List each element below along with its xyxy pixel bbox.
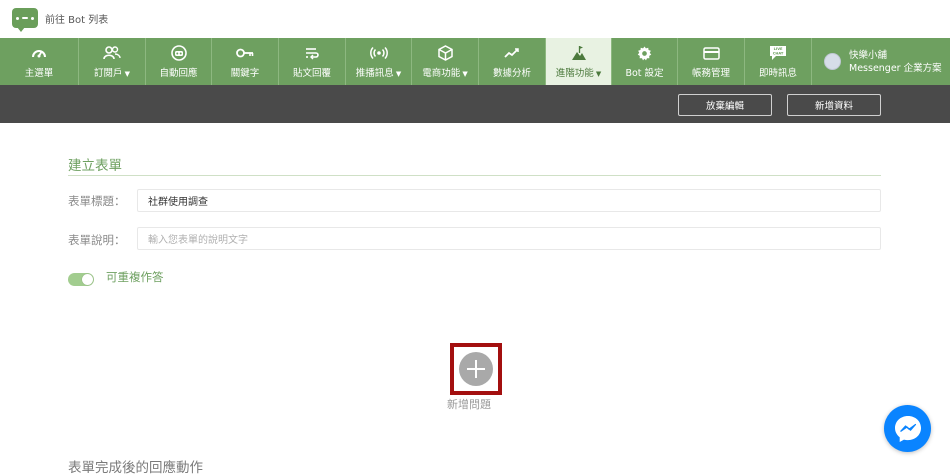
nav-item-analytics[interactable]: 數據分析 [479, 38, 546, 85]
credit-card-icon [702, 44, 720, 62]
back-link-label: 前往 Bot 列表 [45, 14, 109, 26]
nav-label: 貼文回覆 [292, 68, 331, 79]
repeat-answer-toggle[interactable] [68, 273, 94, 286]
nav-item-advanced[interactable]: 進階功能 ▼ [546, 38, 612, 85]
package-icon [437, 44, 453, 62]
nav-label: 帳務管理 [691, 68, 730, 79]
nav-label: 推播訊息 [355, 68, 394, 79]
nav-item-post-reply[interactable]: 貼文回覆 [279, 38, 346, 85]
avatar [824, 53, 841, 70]
form-editor: 建立表單 表單標題： 社群使用調查 表單說明： 輸入您表單的說明文字 可重複作答… [0, 123, 950, 476]
form-title-input[interactable]: 社群使用調查 [137, 189, 881, 212]
top-bar: 前往 Bot 列表 [0, 0, 950, 38]
messenger-chat-button[interactable] [884, 405, 931, 452]
account-menu[interactable]: 快樂小舖 Messenger 企業方案 [812, 38, 950, 85]
after-submit-title: 表單完成後的回應動作 [68, 460, 203, 476]
section-title: 建立表單 [68, 158, 122, 174]
form-title-label: 表單標題： [68, 194, 126, 208]
nav-item-broadcast[interactable]: 推播訊息 ▼ [346, 38, 412, 85]
nav-label: Bot 設定 [625, 68, 664, 79]
discard-edit-button[interactable]: 放棄編輯 [678, 94, 772, 116]
nav-item-bot-settings[interactable]: Bot 設定 [612, 38, 678, 85]
live-chat-icon: LIVE CHAT [769, 44, 787, 62]
add-question-button[interactable] [450, 343, 502, 395]
chevron-down-icon: ▼ [462, 70, 468, 78]
broadcast-icon [369, 44, 388, 62]
svg-text:CHAT: CHAT [773, 51, 784, 55]
users-icon [103, 44, 121, 62]
nav-label: 數據分析 [492, 68, 531, 79]
messenger-icon [894, 415, 921, 442]
nav-item-main-menu[interactable]: 主選單 [0, 38, 79, 85]
trend-icon [504, 44, 520, 62]
nav-item-live-chat[interactable]: LIVE CHAT 即時訊息 [745, 38, 812, 85]
mountain-flag-icon [571, 44, 587, 62]
chevron-down-icon: ▼ [124, 70, 130, 78]
gear-icon [637, 44, 652, 62]
bot-face-icon [170, 44, 187, 62]
form-description-input[interactable]: 輸入您表單的說明文字 [137, 227, 881, 250]
back-to-bot-list-link[interactable]: 前往 Bot 列表 [12, 8, 109, 32]
nav-item-keywords[interactable]: 關鍵字 [212, 38, 279, 85]
key-icon [236, 44, 254, 62]
nav-label: 主選單 [24, 68, 54, 79]
nav-label: 自動回應 [159, 68, 198, 79]
gauge-icon [31, 44, 47, 62]
chevron-down-icon: ▼ [395, 70, 402, 78]
nav-item-subscribers[interactable]: 訂閱戶 ▼ [79, 38, 146, 85]
add-data-button[interactable]: 新增資料 [787, 94, 881, 116]
nav-item-ecommerce[interactable]: 電商功能 ▼ [412, 38, 479, 85]
nav-label: 電商功能 [422, 68, 461, 79]
toggle-knob [82, 274, 93, 285]
nav-item-billing[interactable]: 帳務管理 [678, 38, 745, 85]
action-toolbar: 放棄編輯 新增資料 [0, 85, 950, 123]
plus-icon [459, 352, 493, 386]
section-divider [68, 175, 881, 176]
nav-label: 即時訊息 [758, 68, 797, 79]
nav-label: 關鍵字 [230, 68, 260, 79]
account-name: 快樂小舖 [849, 49, 888, 61]
nav-label: 進階功能 [555, 68, 594, 79]
account-plan: Messenger 企業方案 [849, 62, 942, 74]
form-description-label: 表單說明： [68, 233, 126, 247]
repeat-answer-label: 可重複作答 [106, 270, 164, 284]
nav-label: 訂閱戶 [94, 68, 123, 79]
add-question-label: 新增問題 [447, 398, 491, 411]
chevron-down-icon: ▼ [595, 70, 602, 78]
nav-item-auto-reply[interactable]: 自動回應 [146, 38, 212, 85]
main-nav: 主選單 訂閱戶 ▼ 自動回應 關鍵字 貼文回覆 推播訊息 ▼ 電商功能 ▼ 數據… [0, 38, 950, 85]
bot-logo-icon [12, 8, 38, 32]
reply-icon [305, 44, 319, 62]
